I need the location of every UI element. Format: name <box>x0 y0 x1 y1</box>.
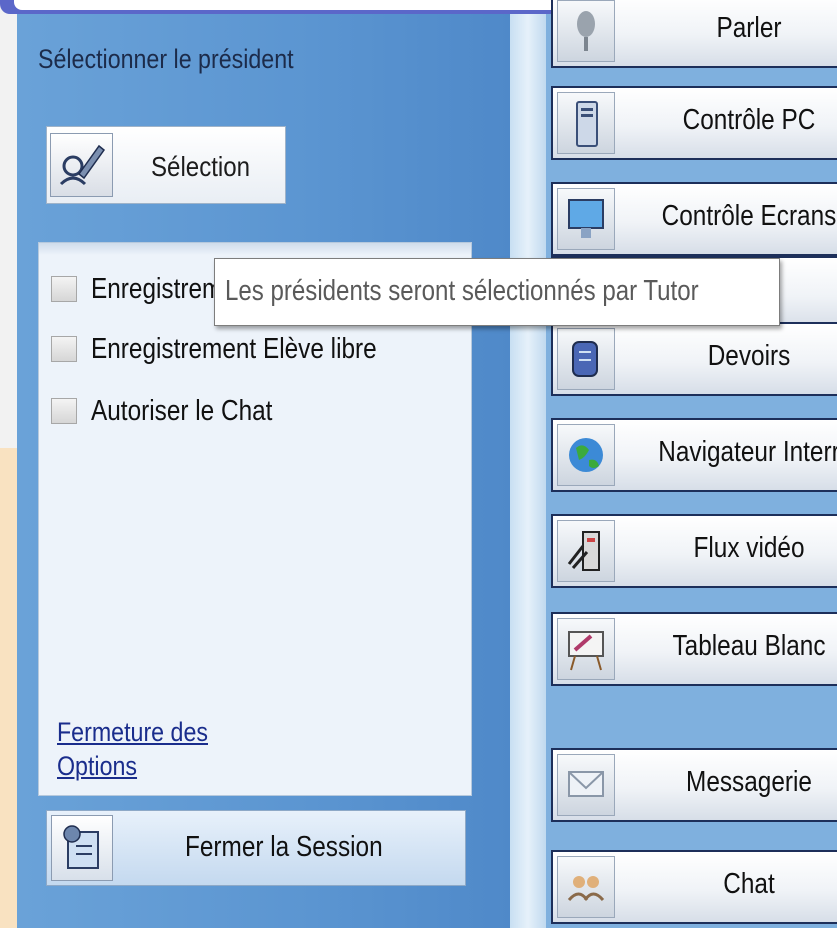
close-options-link[interactable]: Fermeture des Options <box>57 715 238 781</box>
selection-button[interactable]: Sélection <box>46 126 286 204</box>
panel-divider <box>510 14 546 928</box>
pc-control-button[interactable]: Contrôle PC <box>551 86 837 160</box>
close-session-label: Fermer la Session <box>185 831 383 863</box>
screen-control-label: Contrôle Ecrans <box>661 200 837 232</box>
chat-label: Chat <box>723 868 775 900</box>
pc-tower-icon <box>557 92 615 154</box>
tooltip-text: Les présidents seront sélectionnés par T… <box>225 275 699 307</box>
panel-title: Sélectionner le président <box>38 44 294 74</box>
whiteboard-icon <box>557 618 615 680</box>
whiteboard-button[interactable]: Tableau Blanc <box>551 612 837 686</box>
web-browser-button[interactable]: Navigateur Interr <box>551 418 837 492</box>
selection-button-label: Sélection <box>151 151 251 182</box>
microphone-icon <box>557 0 615 62</box>
monitor-icon <box>557 188 615 250</box>
envelope-icon <box>557 754 615 816</box>
checkbox[interactable] <box>51 336 77 362</box>
option-allow-chat[interactable]: Autoriser le Chat <box>51 391 307 431</box>
chat-button[interactable]: Chat <box>551 850 837 924</box>
option-label: Enregistrement Elève libre <box>91 332 377 365</box>
option-free-student-recording[interactable]: Enregistrement Elève libre <box>51 329 431 369</box>
video-stream-label: Flux vidéo <box>693 532 805 564</box>
checkbox[interactable] <box>51 276 77 302</box>
tooltip: Les présidents seront sélectionnés par T… <box>214 258 780 326</box>
homework-icon <box>557 328 615 390</box>
messaging-button[interactable]: Messagerie <box>551 748 837 822</box>
messaging-label: Messagerie <box>686 766 812 798</box>
video-stream-button[interactable]: Flux vidéo <box>551 514 837 588</box>
web-browser-label: Navigateur Interr <box>658 436 837 468</box>
option-label: Autoriser le Chat <box>91 394 273 427</box>
homework-label: Devoirs <box>707 340 791 372</box>
speak-label: Parler <box>716 12 782 44</box>
chat-people-icon <box>557 856 615 918</box>
close-session-icon <box>51 815 113 881</box>
checkbox[interactable] <box>51 398 77 424</box>
whiteboard-label: Tableau Blanc <box>672 630 826 662</box>
close-session-button[interactable]: Fermer la Session <box>46 810 466 886</box>
globe-icon <box>557 424 615 486</box>
video-stream-icon <box>557 520 615 582</box>
pen-user-icon <box>50 133 113 197</box>
pc-control-label: Contrôle PC <box>682 104 816 136</box>
homework-button[interactable]: Devoirs <box>551 322 837 396</box>
speak-button[interactable]: Parler <box>551 0 837 68</box>
screen-control-button[interactable]: Contrôle Ecrans <box>551 182 837 256</box>
